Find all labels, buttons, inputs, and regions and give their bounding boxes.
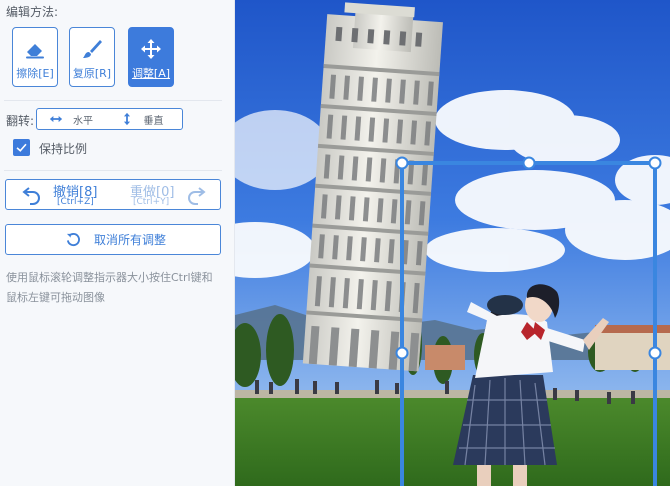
divider — [4, 100, 222, 101]
usage-hint: 使用鼠标滚轮调整指示器大小按住Ctrl键和鼠标左键可拖动图像 — [6, 271, 213, 304]
flip-toggle-group: 水平 垂直 — [36, 108, 183, 130]
horizontal-arrows-icon — [49, 115, 63, 123]
keep-ratio-checkbox[interactable] — [13, 139, 30, 156]
flip-label: 翻转: — [6, 114, 35, 128]
resize-handle-left[interactable] — [395, 346, 409, 360]
path — [235, 390, 670, 398]
image-canvas[interactable] — [235, 0, 670, 486]
resize-handle-top-right[interactable] — [648, 156, 662, 170]
redo-icon — [188, 187, 206, 205]
restore-button[interactable]: 复原[R] — [69, 27, 115, 87]
vertical-arrows-icon — [123, 112, 130, 126]
brush-icon — [83, 40, 102, 58]
adjust-label: 调整[A] — [131, 67, 171, 80]
flip-vertical-label: 垂直 — [143, 115, 164, 127]
flip-horizontal-button[interactable]: 水平 — [37, 109, 110, 129]
edit-panel: 编辑方法: 擦除[E] 复原[R] 调整[A] 翻转: 水平 垂直 保持比例 撤… — [0, 0, 235, 486]
flip-vertical-button[interactable]: 垂直 — [110, 109, 183, 129]
reset-all-label: 取消所有调整 — [94, 233, 167, 247]
undo-redo-group: 撤销[8] [Ctrl+Z] 重做[0] [Ctrl+Y] — [5, 179, 221, 210]
move-icon — [141, 39, 161, 59]
resize-handle-top[interactable] — [522, 156, 536, 170]
undo-icon — [22, 187, 40, 205]
adjust-button[interactable]: 调整[A] — [128, 27, 174, 87]
reset-all-button[interactable]: 取消所有调整 — [5, 224, 221, 255]
redo-shortcut: [Ctrl+Y] — [133, 197, 170, 207]
reset-icon — [66, 233, 80, 247]
lawn — [235, 396, 670, 486]
erase-label: 擦除[E] — [16, 67, 54, 80]
erase-button[interactable]: 擦除[E] — [12, 27, 58, 87]
divider — [4, 170, 222, 171]
flip-horizontal-label: 水平 — [73, 115, 93, 127]
photo-scene — [235, 0, 670, 486]
eraser-icon — [26, 44, 44, 59]
resize-handle-right[interactable] — [648, 346, 662, 360]
checkmark-icon — [16, 143, 27, 152]
restore-label: 复原[R] — [72, 67, 112, 80]
undo-shortcut: [Ctrl+Z] — [57, 197, 94, 207]
keep-ratio-label: 保持比例 — [39, 142, 88, 156]
resize-handle-top-left[interactable] — [395, 156, 409, 170]
edit-method-label: 编辑方法: — [6, 5, 59, 19]
